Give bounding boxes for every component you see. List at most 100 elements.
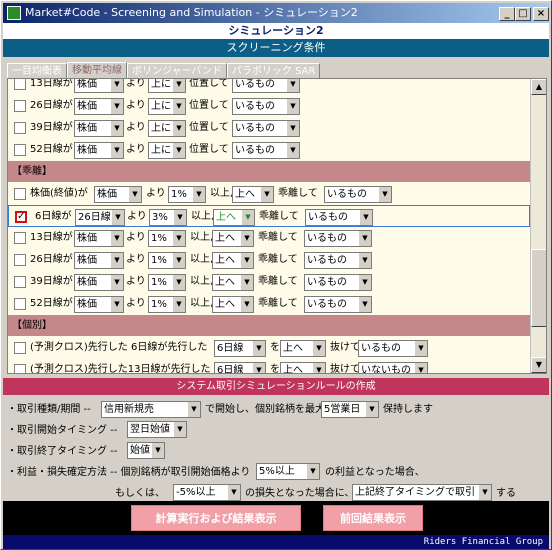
row-select[interactable]: いるもの ▼ <box>304 296 372 313</box>
row-text: より <box>126 232 146 243</box>
row-select[interactable]: 1% ▼ <box>148 230 186 247</box>
condition-row: (予測クロス)先行した13日線が先行した 6日線 ▼ を上へ ▼ 抜けて いないもの ▼ <box>8 359 530 373</box>
row-select[interactable]: 株価 ▼ <box>74 120 124 137</box>
row-text: 以上, <box>190 232 214 243</box>
condition-checkbox[interactable] <box>14 254 26 266</box>
exit-select[interactable]: 上記終了タイミングで取引 ▼ <box>352 484 492 501</box>
title-bar[interactable]: Market#Code - Screening and Simulation -… <box>3 3 549 23</box>
start-timing-select[interactable]: 翌日始値 ▼ <box>127 421 187 438</box>
row-select[interactable]: いるもの ▼ <box>304 252 372 269</box>
loss-text: の損失となった場合に、 <box>245 488 355 499</box>
trade-type-select[interactable]: 信用新規売 ▼ <box>101 401 201 418</box>
row-select[interactable]: 上に ▼ <box>148 120 186 137</box>
chevron-down-icon: ▼ <box>312 363 325 373</box>
row-select[interactable]: 株価 ▼ <box>74 98 124 115</box>
chevron-down-icon: ▼ <box>378 187 391 202</box>
row-select[interactable]: 株価 ▼ <box>74 296 124 313</box>
loss-select[interactable]: -5%以上 ▼ <box>173 484 241 501</box>
condition-checkbox[interactable] <box>15 211 27 223</box>
row-select[interactable]: 上へ ▼ <box>232 186 274 203</box>
row-select[interactable]: 26日線 ▼ <box>75 209 125 226</box>
chevron-down-icon: ▼ <box>128 187 141 202</box>
row-select[interactable]: いるもの ▼ <box>232 142 300 159</box>
chevron-down-icon: ▼ <box>286 143 299 158</box>
previous-result-button[interactable]: 前回結果表示 <box>323 505 423 531</box>
row-select[interactable]: 株価 ▼ <box>74 252 124 269</box>
row-select[interactable]: 1% ▼ <box>148 252 186 269</box>
row-select[interactable]: いるもの ▼ <box>305 209 373 226</box>
row-select[interactable]: 株価 ▼ <box>74 230 124 247</box>
end-timing-label: ・取引終了タイミング -- <box>7 446 118 457</box>
condition-row: 39日線が 株価 ▼ より 上に ▼ 位置して いるもの ▼ <box>8 117 530 139</box>
row-select[interactable]: いるもの ▼ <box>324 186 392 203</box>
condition-checkbox[interactable] <box>14 188 26 200</box>
row-select[interactable]: 3% ▼ <box>149 209 187 226</box>
row-select[interactable]: 株価 ▼ <box>74 274 124 291</box>
row-select[interactable]: 上に ▼ <box>148 98 186 115</box>
row-select[interactable]: 上へ ▼ <box>212 252 254 269</box>
condition-checkbox[interactable] <box>14 298 26 310</box>
scroll-up-icon[interactable]: ▲ <box>531 79 546 95</box>
chevron-down-icon: ▼ <box>110 79 123 92</box>
row-select[interactable]: 株価 ▼ <box>94 186 142 203</box>
exit-suffix: する <box>496 488 516 499</box>
condition-checkbox[interactable] <box>14 79 26 90</box>
chevron-down-icon: ▼ <box>110 231 123 246</box>
condition-row: 26日線が 株価 ▼ より 1% ▼ 以上, 上へ ▼ 乖離して いるもの ▼ <box>8 249 530 271</box>
scroll-down-icon[interactable]: ▼ <box>531 357 546 373</box>
row-select[interactable]: 6日線 ▼ <box>214 362 266 373</box>
row-select[interactable]: 上へ ▼ <box>213 209 255 226</box>
row-select[interactable]: 1% ▼ <box>148 296 186 313</box>
row-select[interactable]: 上に ▼ <box>148 142 186 159</box>
condition-checkbox[interactable] <box>14 122 26 134</box>
chevron-down-icon: ▼ <box>240 297 253 312</box>
chevron-down-icon: ▼ <box>312 341 325 356</box>
row-select[interactable]: いるもの ▼ <box>304 274 372 291</box>
row-select[interactable]: 6日線 ▼ <box>214 340 266 357</box>
chevron-down-icon: ▼ <box>172 275 185 290</box>
row-select[interactable]: 上へ ▼ <box>212 230 254 247</box>
row-select[interactable]: 上へ ▼ <box>212 296 254 313</box>
chevron-down-icon: ▼ <box>359 210 372 225</box>
row-select[interactable]: いないもの ▼ <box>358 362 428 373</box>
vertical-scrollbar[interactable]: ▲ ▼ <box>530 79 546 373</box>
chevron-down-icon: ▼ <box>358 297 371 312</box>
close-button[interactable]: × <box>533 7 549 21</box>
row-select[interactable]: いるもの ▼ <box>232 120 300 137</box>
row-select[interactable]: 上へ ▼ <box>280 340 326 357</box>
row-select[interactable]: いるもの ▼ <box>232 79 300 93</box>
row-select[interactable]: 株価 ▼ <box>74 79 124 93</box>
row-text: 抜けて <box>330 342 360 353</box>
maximize-button[interactable]: □ <box>515 7 531 21</box>
row-text: 位置して <box>189 122 229 133</box>
row-text: 乖離して <box>258 298 298 309</box>
condition-checkbox[interactable] <box>14 232 26 244</box>
scroll-thumb[interactable] <box>531 249 546 327</box>
row-select[interactable]: 1% ▼ <box>168 186 206 203</box>
hold-days-select[interactable]: 5営業日 ▼ <box>321 401 379 418</box>
row-select[interactable]: いるもの ▼ <box>304 230 372 247</box>
condition-checkbox[interactable] <box>14 100 26 112</box>
row-select[interactable]: 上へ ▼ <box>280 362 326 373</box>
profit-select[interactable]: 5%以上 ▼ <box>256 463 320 480</box>
row-text: 乖離して <box>259 211 299 222</box>
row-select[interactable]: 上へ ▼ <box>212 274 254 291</box>
profit-text: の利益となった場合、 <box>325 467 425 478</box>
row-select[interactable]: いるもの ▼ <box>358 340 428 357</box>
condition-checkbox[interactable] <box>14 276 26 288</box>
row-text: 6日線が <box>35 211 72 222</box>
row-text: 39日線が <box>30 122 73 133</box>
row-select[interactable]: 株価 ▼ <box>74 142 124 159</box>
chevron-down-icon: ▼ <box>358 253 371 268</box>
condition-checkbox[interactable] <box>14 144 26 156</box>
run-simulation-button[interactable]: 計算実行および結果表示 <box>131 505 301 531</box>
condition-checkbox[interactable] <box>14 364 26 373</box>
end-timing-select[interactable]: 始値 ▼ <box>127 442 165 459</box>
condition-checkbox[interactable] <box>14 342 26 354</box>
condition-row: 52日線が 株価 ▼ より 1% ▼ 以上, 上へ ▼ 乖離して いるもの ▼ <box>8 293 530 315</box>
row-select[interactable]: 1% ▼ <box>148 274 186 291</box>
row-select[interactable]: いるもの ▼ <box>232 98 300 115</box>
chevron-down-icon: ▼ <box>172 121 185 136</box>
minimize-button[interactable]: _ <box>499 7 515 21</box>
row-select[interactable]: 上に ▼ <box>148 79 186 93</box>
